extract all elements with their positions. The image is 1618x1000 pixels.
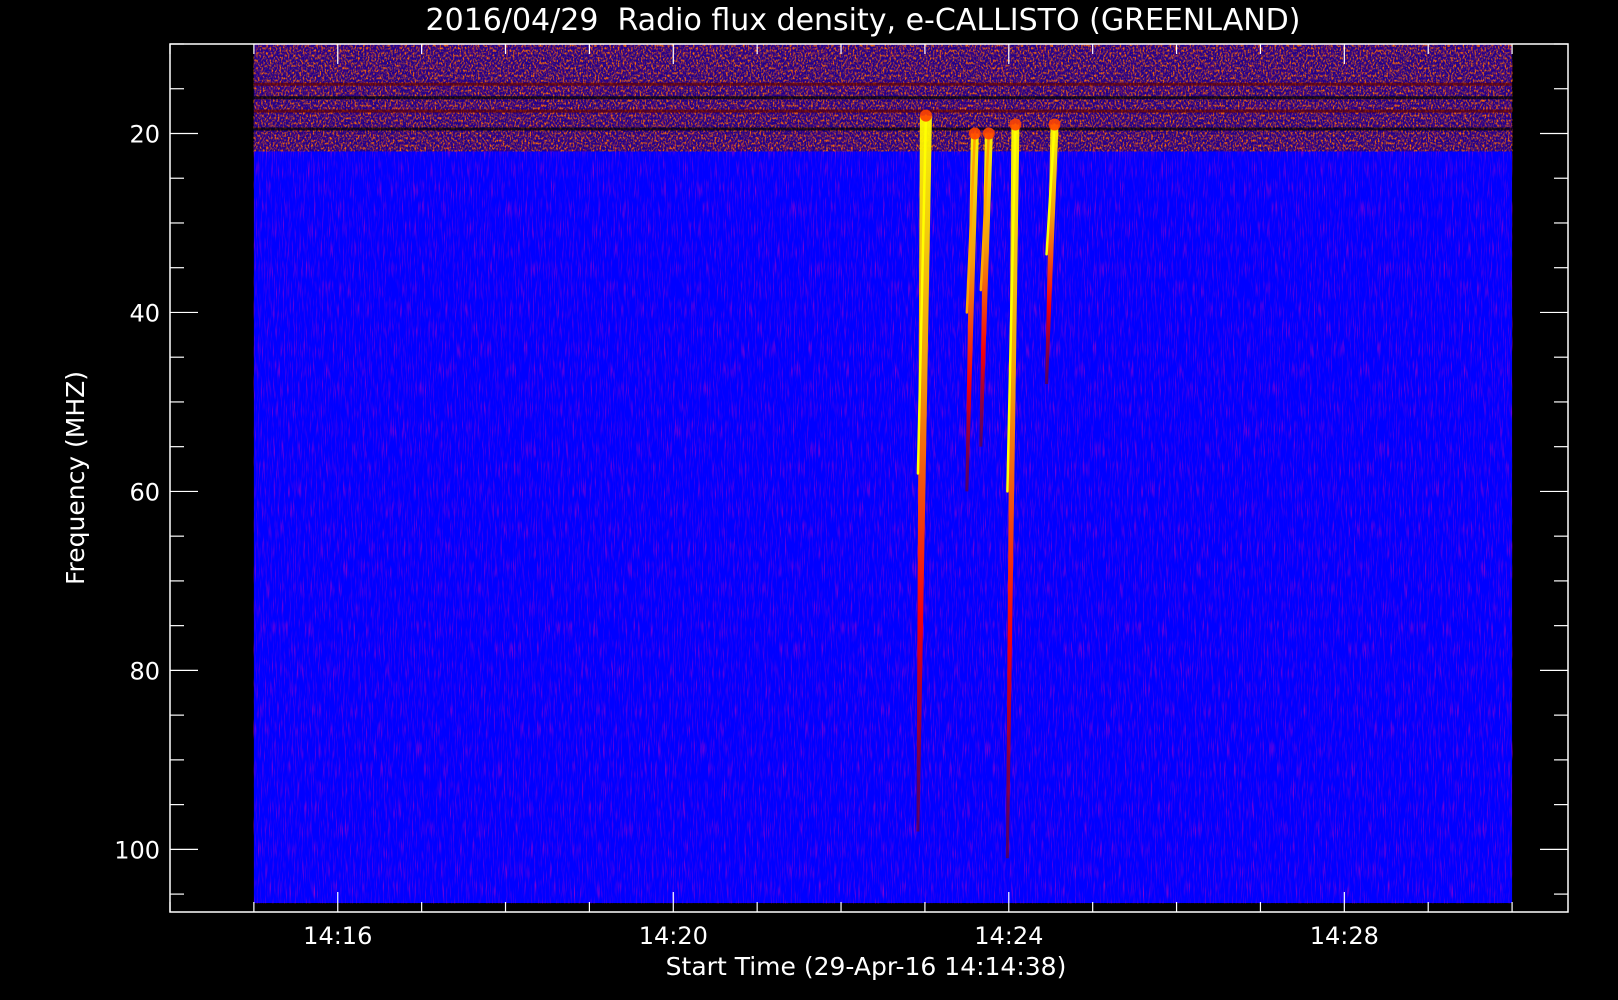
interference-line bbox=[253, 96, 1513, 100]
x-tick-label: 14:16 bbox=[303, 922, 372, 950]
burst-head bbox=[919, 109, 932, 122]
interference-line bbox=[253, 82, 1513, 86]
x-tick-label: 14:28 bbox=[1310, 922, 1379, 950]
spectrogram-chart: 2016/04/29 Radio flux density, e-CALLIST… bbox=[61, 3, 1569, 981]
spectrogram-noise bbox=[253, 44, 1513, 904]
plot-area bbox=[253, 44, 1513, 904]
y-tick-label: 20 bbox=[129, 120, 160, 148]
y-axis-label: Frequency (MHZ) bbox=[61, 371, 90, 585]
x-tick-label: 14:24 bbox=[974, 922, 1043, 950]
y-tick-label: 80 bbox=[129, 657, 160, 685]
interference-line bbox=[253, 109, 1513, 113]
chart-title: 2016/04/29 Radio flux density, e-CALLIST… bbox=[426, 3, 1301, 38]
burst-head bbox=[1009, 118, 1022, 131]
burst-head bbox=[1048, 118, 1061, 131]
y-tick-label: 100 bbox=[114, 836, 160, 864]
y-tick-label: 60 bbox=[129, 478, 160, 506]
burst-head bbox=[982, 127, 995, 140]
x-axis-label: Start Time (29-Apr-16 14:14:38) bbox=[666, 952, 1067, 981]
x-tick-label: 14:20 bbox=[639, 922, 708, 950]
interference-line bbox=[253, 127, 1513, 131]
y-tick-label: 40 bbox=[129, 299, 160, 327]
burst-head bbox=[968, 127, 981, 140]
